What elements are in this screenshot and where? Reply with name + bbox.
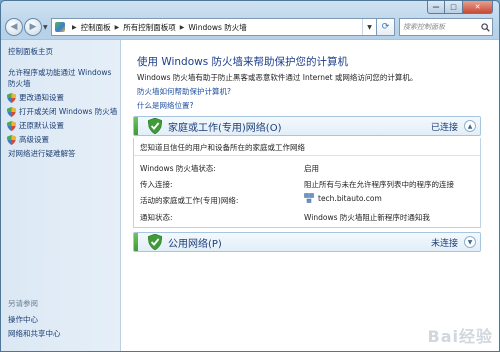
active-network-value: tech.bitauto.com <box>304 193 382 203</box>
sidebar-item-restore-defaults[interactable]: 还原默认设置 <box>7 120 120 131</box>
watermark-logo: Bai经验 <box>427 327 493 346</box>
caption-buttons: — □ ✕ <box>427 1 493 15</box>
see-also-network-sharing-center[interactable]: 网络和共享中心 <box>8 328 61 339</box>
minimize-button[interactable]: — <box>427 1 445 14</box>
search-icon[interactable] <box>478 19 492 35</box>
divider <box>134 155 480 156</box>
status-bar-indicator <box>134 233 138 251</box>
sidebar-item-label: 打开或关闭 Windows 防火墙 <box>19 107 118 116</box>
public-network-status: 未连接 <box>430 238 458 249</box>
breadcrumb-firewall[interactable]: Windows 防火墙 <box>188 22 246 33</box>
sidebar-home-link[interactable]: 控制面板主页 <box>8 46 120 57</box>
shield-icon <box>7 135 16 145</box>
breadcrumb-separator-icon[interactable]: ▶ <box>115 24 120 31</box>
sidebar-item-allow-programs[interactable]: 允许程序或功能通过 Windows 防火墙 <box>8 67 120 89</box>
address-bar[interactable]: ▶ 控制面板 ▶ 所有控制面板项 ▶ Windows 防火墙 ▼ <box>51 18 377 36</box>
recent-pages-dropdown[interactable]: ▼ <box>43 24 48 31</box>
address-history-dropdown[interactable]: ▼ <box>362 19 376 35</box>
shield-icon <box>7 121 16 131</box>
main-content: 使用 Windows 防火墙来帮助保护您的计算机 Windows 防火墙有助于防… <box>121 39 499 351</box>
search-placeholder: 搜索控制面板 <box>403 23 445 31</box>
control-panel-icon <box>55 22 65 32</box>
shield-icon <box>7 93 16 103</box>
notification-state-label: 通知状态: <box>140 213 173 222</box>
see-also-heading: 另请参阅 <box>8 299 38 308</box>
back-button[interactable]: ◀ <box>5 18 23 36</box>
arrow-left-icon: ◀ <box>10 22 18 32</box>
breadcrumb-all-items[interactable]: 所有控制面板项 <box>123 22 176 33</box>
home-network-details: 您知道且信任的用户和设备所在的家庭或工作网络 Windows 防火墙状态: 启用… <box>133 138 481 228</box>
shield-check-icon <box>148 118 162 134</box>
sidebar: 控制面板主页 允许程序或功能通过 Windows 防火墙 更改通知设置 打开或关… <box>1 39 121 351</box>
sidebar-item-label: 还原默认设置 <box>19 121 64 130</box>
sidebar-item-notification-settings[interactable]: 更改通知设置 <box>7 92 120 103</box>
maximize-button[interactable]: □ <box>445 1 463 14</box>
home-network-title: 家庭或工作(专用)网络(O) <box>168 122 282 134</box>
shield-icon <box>7 107 16 117</box>
title-bar: — □ ✕ <box>1 1 499 15</box>
network-locations-link[interactable]: 什么是网络位置? <box>137 100 193 111</box>
notification-state-value: Windows 防火墙阻止新程序时通知我 <box>304 213 430 222</box>
expand-icon[interactable]: ▼ <box>464 236 476 248</box>
sidebar-item-advanced-settings[interactable]: 高级设置 <box>7 134 120 145</box>
shield-check-icon <box>148 234 162 250</box>
refresh-icon: ⟳ <box>381 22 390 32</box>
arrow-right-icon: ▶ <box>29 22 37 32</box>
sidebar-item-label: 高级设置 <box>19 135 49 144</box>
navigation-bar: ◀ ▶ ▼ ▶ 控制面板 ▶ 所有控制面板项 ▶ Windows 防火墙 ▼ ⟳… <box>1 15 499 39</box>
active-network-name: tech.bitauto.com <box>318 193 382 203</box>
active-network-label: 活动的家庭或工作(专用)网络: <box>140 196 239 205</box>
firewall-help-link[interactable]: 防火墙如何帮助保护计算机? <box>137 86 231 97</box>
breadcrumb-separator-icon[interactable]: ▶ <box>180 24 185 31</box>
home-network-header[interactable]: 家庭或工作(专用)网络(O) 已连接 ▲ <box>133 116 481 136</box>
sidebar-item-label: 允许程序或功能通过 Windows 防火墙 <box>8 68 112 88</box>
sidebar-item-label: 更改通知设置 <box>19 93 64 102</box>
incoming-connections-label: 传入连接: <box>140 180 173 189</box>
firewall-state-value: 启用 <box>304 164 319 173</box>
breadcrumb-control-panel[interactable]: 控制面板 <box>81 22 111 33</box>
sidebar-item-toggle-firewall[interactable]: 打开或关闭 Windows 防火墙 <box>7 106 120 117</box>
page-description: Windows 防火墙有助于防止黑客或恶意软件通过 Internet 或网络访问… <box>137 73 418 82</box>
collapse-icon[interactable]: ▲ <box>464 120 476 132</box>
sidebar-item-troubleshoot[interactable]: 对网络进行疑难解答 <box>8 148 120 159</box>
public-network-title: 公用网络(P) <box>168 238 222 250</box>
home-network-status: 已连接 <box>430 122 458 133</box>
refresh-button[interactable]: ⟳ <box>377 18 395 36</box>
firewall-window: — □ ✕ ◀ ▶ ▼ ▶ 控制面板 ▶ 所有控制面板项 ▶ Windows 防… <box>0 0 500 352</box>
firewall-state-label: Windows 防火墙状态: <box>140 164 216 173</box>
breadcrumb-separator-icon[interactable]: ▶ <box>72 24 77 31</box>
status-bar-indicator <box>134 117 138 135</box>
forward-button[interactable]: ▶ <box>24 18 42 36</box>
page-title: 使用 Windows 防火墙来帮助保护您的计算机 <box>137 56 349 68</box>
close-button[interactable]: ✕ <box>463 1 493 14</box>
home-network-intro: 您知道且信任的用户和设备所在的家庭或工作网络 <box>140 143 305 152</box>
see-also-action-center[interactable]: 操作中心 <box>8 314 38 325</box>
search-box[interactable]: 搜索控制面板 <box>399 18 493 36</box>
incoming-connections-value: 阻止所有与未在允许程序列表中的程序的连接 <box>304 180 454 189</box>
public-network-header[interactable]: 公用网络(P) 未连接 ▼ <box>133 232 481 252</box>
network-icon <box>304 193 314 203</box>
